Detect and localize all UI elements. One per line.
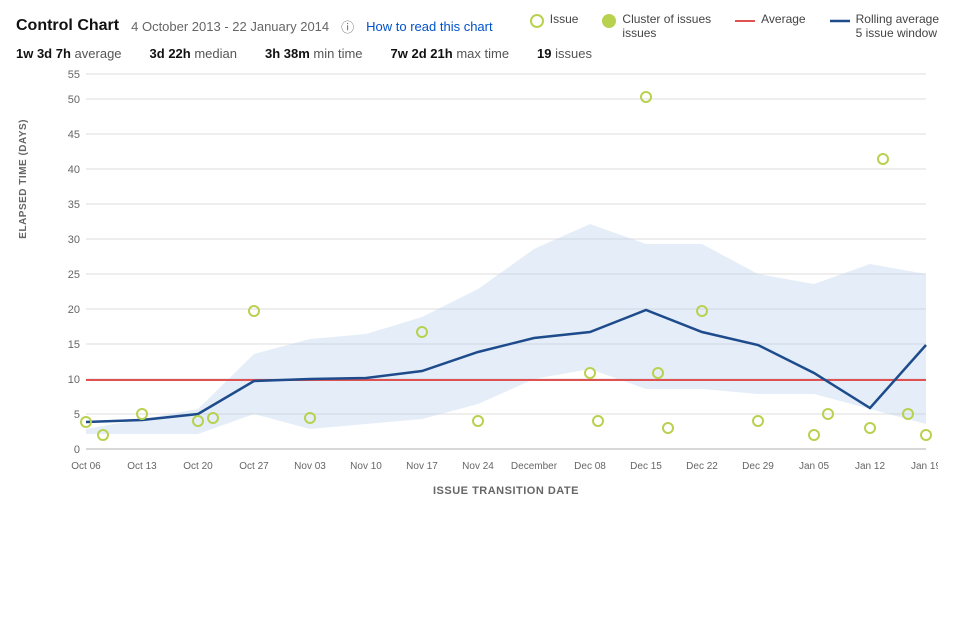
issue-dot — [921, 430, 931, 440]
help-icon: ⓘ — [341, 17, 354, 36]
svg-text:Nov 24: Nov 24 — [462, 461, 494, 472]
svg-text:Oct 27: Oct 27 — [239, 461, 269, 472]
stat-min: 3h 38m min time — [265, 46, 363, 61]
svg-text:Oct 13: Oct 13 — [127, 461, 157, 472]
issue-dot — [865, 423, 875, 433]
svg-text:Dec 29: Dec 29 — [742, 461, 774, 472]
chart-svg: 0 5 10 15 20 25 30 35 40 45 50 55 Oct 06… — [38, 69, 938, 529]
svg-text:Jan 12: Jan 12 — [855, 461, 885, 472]
svg-text:10: 10 — [68, 374, 80, 386]
issue-dot — [249, 306, 259, 316]
legend-rolling-label: Rolling average — [856, 12, 939, 26]
svg-text:25: 25 — [68, 269, 80, 281]
svg-text:35: 35 — [68, 199, 80, 211]
svg-text:5: 5 — [74, 409, 80, 421]
stat-average-value: 1w 3d 7h — [16, 46, 71, 61]
svg-text:45: 45 — [68, 129, 80, 141]
chart-title: Control Chart — [16, 17, 119, 35]
legend-issue: Issue — [530, 12, 579, 28]
legend-cluster-label: Cluster of issues — [622, 12, 711, 26]
svg-text:40: 40 — [68, 164, 80, 176]
legend-rolling: Rolling average 5 issue window — [830, 12, 939, 40]
svg-text:Jan 19: Jan 19 — [911, 461, 938, 472]
y-axis-label: ELAPSED TIME (DAYS) — [18, 119, 29, 239]
svg-text:0: 0 — [74, 444, 80, 456]
stat-max: 7w 2d 21h max time — [391, 46, 510, 61]
svg-text:15: 15 — [68, 339, 80, 351]
help-link[interactable]: How to read this chart — [366, 19, 492, 34]
header-row: Control Chart 4 October 2013 - 22 Januar… — [16, 12, 939, 40]
issue-dot — [663, 423, 673, 433]
legend-average: Average — [735, 12, 805, 28]
issue-dot — [593, 416, 603, 426]
svg-text:Dec 22: Dec 22 — [686, 461, 718, 472]
confidence-band — [86, 224, 926, 434]
legend-cluster-sub: issues — [622, 26, 711, 40]
stat-median: 3d 22h median — [150, 46, 237, 61]
legend-cluster: Cluster of issues issues — [602, 12, 711, 40]
svg-text:Nov 03: Nov 03 — [294, 461, 326, 472]
legend: Issue Cluster of issues issues Average — [530, 12, 939, 40]
svg-text:Nov 17: Nov 17 — [406, 461, 438, 472]
legend-issue-label: Issue — [550, 12, 579, 26]
stat-average: 1w 3d 7h average — [16, 46, 122, 61]
legend-average-label: Average — [761, 12, 805, 26]
svg-text:50: 50 — [68, 94, 80, 106]
stat-max-value: 7w 2d 21h — [391, 46, 453, 61]
stat-issues-value: 19 — [537, 46, 551, 61]
svg-text:Dec 08: Dec 08 — [574, 461, 606, 472]
issue-dot — [753, 416, 763, 426]
issue-dot — [878, 154, 888, 164]
date-range: 4 October 2013 - 22 January 2014 — [131, 19, 329, 34]
stat-median-value: 3d 22h — [150, 46, 191, 61]
issue-dot — [585, 368, 595, 378]
chart-container: ELAPSED TIME (DAYS) 0 — [16, 69, 939, 559]
svg-text:Jan 05: Jan 05 — [799, 461, 829, 472]
svg-text:December: December — [511, 461, 558, 472]
issue-dot — [641, 92, 651, 102]
svg-text:Dec 15: Dec 15 — [630, 461, 662, 472]
svg-text:Oct 20: Oct 20 — [183, 461, 213, 472]
svg-text:Oct 06: Oct 06 — [71, 461, 101, 472]
legend-rolling-sub: 5 issue window — [856, 26, 939, 40]
svg-text:Nov 10: Nov 10 — [350, 461, 382, 472]
x-axis-label: ISSUE TRANSITION DATE — [433, 485, 579, 497]
page-container: Control Chart 4 October 2013 - 22 Januar… — [0, 0, 955, 559]
issue-dot — [809, 430, 819, 440]
svg-text:30: 30 — [68, 234, 80, 246]
stats-row: 1w 3d 7h average 3d 22h median 3h 38m mi… — [16, 46, 939, 61]
issue-dot — [473, 416, 483, 426]
svg-text:55: 55 — [68, 69, 80, 81]
stat-min-value: 3h 38m — [265, 46, 310, 61]
stat-issues: 19 issues — [537, 46, 592, 61]
svg-text:20: 20 — [68, 304, 80, 316]
